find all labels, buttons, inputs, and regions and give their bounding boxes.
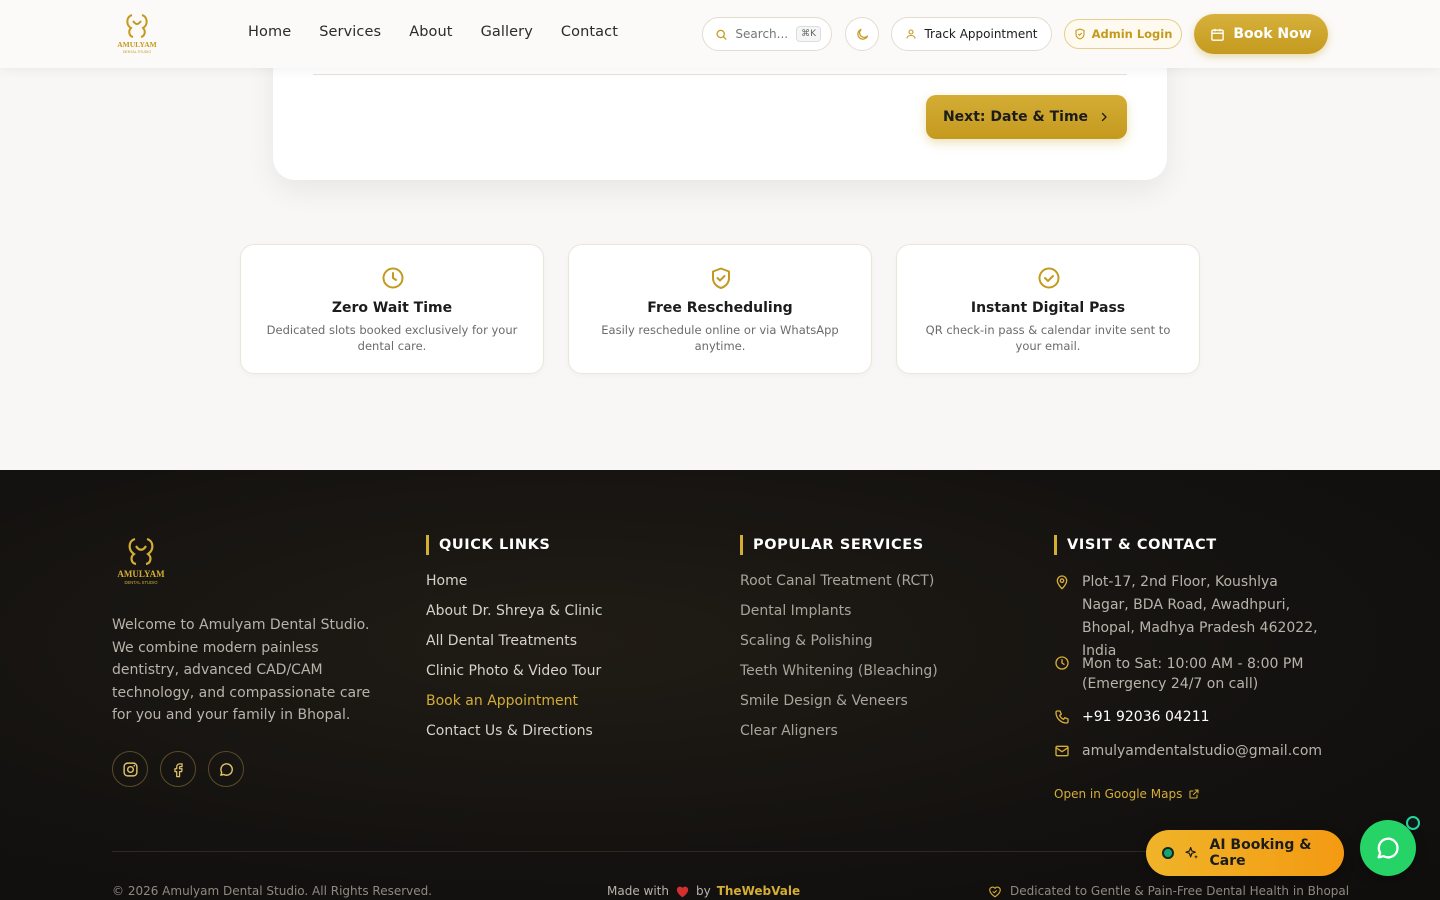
- phone-icon: [1055, 710, 1069, 724]
- whatsapp-social-button[interactable]: [208, 751, 244, 787]
- ai-booking-button[interactable]: AI Booking & Care: [1146, 830, 1344, 876]
- next-date-time-button[interactable]: Next: Date & Time: [926, 95, 1127, 139]
- footer-link-tour[interactable]: Clinic Photo & Video Tour: [426, 663, 601, 679]
- dedicated-text: Dedicated to Gentle & Pain-Free Dental H…: [988, 884, 1349, 898]
- hours-text: Mon to Sat: 10:00 AM - 8:00 PM (Emergenc…: [1082, 656, 1304, 692]
- google-maps-link[interactable]: Open in Google Maps: [1054, 787, 1200, 801]
- book-now-label: Book Now: [1233, 26, 1312, 42]
- footer-link-about[interactable]: About Dr. Shreya & Clinic: [426, 603, 603, 619]
- map-pin-icon: [1056, 575, 1068, 590]
- address-text: Plot-17, 2nd Floor, Koushlya Nagar, BDA …: [1082, 574, 1318, 659]
- svg-text:AMULYAM: AMULYAM: [117, 40, 156, 49]
- nav-about[interactable]: About: [409, 24, 452, 40]
- search-placeholder: Search...: [735, 27, 789, 41]
- feature-description: QR check-in pass & calendar invite sent …: [925, 323, 1171, 353]
- track-appointment-button[interactable]: Track Appointment: [891, 17, 1052, 51]
- footer-link-home[interactable]: Home: [426, 573, 467, 589]
- next-date-time-label: Next: Date & Time: [942, 109, 1089, 125]
- service-link-rct[interactable]: Root Canal Treatment (RCT): [740, 573, 934, 589]
- instagram-button[interactable]: [112, 751, 148, 787]
- svg-text:AMULYAM: AMULYAM: [117, 569, 165, 579]
- nav-contact[interactable]: Contact: [561, 24, 618, 40]
- instagram-icon: [122, 761, 138, 777]
- contact-address: Plot-17, 2nd Floor, Koushlya Nagar, BDA …: [1054, 571, 1322, 663]
- agency-link[interactable]: TheWebVale: [717, 884, 800, 898]
- heart-handshake-icon: [989, 886, 1001, 897]
- search-button[interactable]: Search... ⌘K: [702, 17, 832, 51]
- feature-title: Zero Wait Time: [331, 300, 453, 316]
- made-with-label: Made with: [607, 884, 669, 898]
- amulyam-logo[interactable]: AMULYAM DENTAL STUDIO: [112, 11, 162, 57]
- shield-icon: [1075, 28, 1085, 40]
- external-link-icon: [1189, 789, 1199, 799]
- site-header: AMULYAM DENTAL STUDIO Home Services Abou…: [0, 0, 1440, 68]
- calendar-icon: [1211, 28, 1225, 41]
- made-with-credit: Made with by TheWebVale: [607, 884, 800, 898]
- feature-title: Instant Digital Pass: [970, 300, 1126, 316]
- notification-badge: [1406, 816, 1420, 830]
- quick-links-heading: QUICK LINKS: [426, 535, 550, 555]
- sparkles-icon: [1184, 846, 1198, 859]
- contact-hours: Mon to Sat: 10:00 AM - 8:00 PM (Emergenc…: [1054, 652, 1312, 694]
- book-now-button[interactable]: Book Now: [1194, 14, 1328, 54]
- copyright-text: © 2026 Amulyam Dental Studio. All Rights…: [112, 884, 433, 898]
- feature-card-zero-wait: Zero Wait Time Dedicated slots booked ex…: [240, 244, 544, 374]
- footer-about-text: Welcome to Amulyam Dental Studio. We com…: [112, 617, 371, 723]
- phone-text[interactable]: +91 92036 04211: [1082, 706, 1210, 729]
- dedicated-label: Dedicated to Gentle & Pain-Free Dental H…: [1010, 884, 1350, 898]
- shield-check-icon: [712, 267, 730, 289]
- chat-bubble-icon: [219, 762, 233, 776]
- facebook-button[interactable]: [160, 751, 196, 787]
- footer-link-treatments[interactable]: All Dental Treatments: [426, 633, 577, 649]
- nav-home[interactable]: Home: [248, 24, 291, 40]
- feature-card-instant-pass: Instant Digital Pass QR check-in pass & …: [896, 244, 1200, 374]
- nav-gallery[interactable]: Gallery: [481, 24, 533, 40]
- search-icon: [716, 29, 727, 40]
- mail-icon: [1055, 745, 1069, 757]
- clock-icon: [1055, 656, 1069, 670]
- by-label: by: [695, 884, 711, 898]
- form-divider: [313, 74, 1127, 75]
- popular-services-heading: POPULAR SERVICES: [740, 535, 924, 555]
- theme-toggle-button[interactable]: [845, 17, 879, 51]
- nav-services[interactable]: Services: [319, 24, 381, 40]
- chevron-right-icon: [1101, 112, 1107, 122]
- svg-text:DENTAL STUDIO: DENTAL STUDIO: [123, 50, 152, 54]
- facebook-icon: [173, 762, 183, 777]
- service-link-whitening[interactable]: Teeth Whitening (Bleaching): [740, 663, 938, 679]
- whatsapp-icon: [1377, 837, 1399, 859]
- online-status-dot: [1162, 847, 1174, 859]
- check-circle-icon: [1038, 267, 1060, 289]
- footer-link-book[interactable]: Book an Appointment: [426, 693, 578, 709]
- heart-icon: [676, 886, 689, 898]
- service-link-smile-design[interactable]: Smile Design & Veneers: [740, 693, 908, 709]
- visit-contact-heading: VISIT & CONTACT: [1054, 535, 1217, 555]
- service-link-scaling[interactable]: Scaling & Polishing: [740, 633, 873, 649]
- contact-email[interactable]: amulyamdentalstudio@gmail.com: [1054, 740, 1322, 763]
- google-maps-label: Open in Google Maps: [1054, 787, 1183, 801]
- search-shortcut: ⌘K: [796, 26, 821, 42]
- moon-icon: [856, 28, 868, 40]
- track-appointment-label: Track Appointment: [924, 27, 1038, 41]
- svg-text:DENTAL STUDIO: DENTAL STUDIO: [124, 580, 158, 585]
- ai-booking-label: AI Booking & Care: [1209, 837, 1312, 869]
- footer-logo[interactable]: AMULYAM DENTAL STUDIO: [112, 535, 170, 591]
- admin-login-label: Admin Login: [1091, 27, 1173, 41]
- email-text[interactable]: amulyamdentalstudio@gmail.com: [1082, 740, 1322, 763]
- user-icon: [906, 29, 917, 39]
- footer-link-contact[interactable]: Contact Us & Directions: [426, 723, 593, 739]
- contact-phone[interactable]: +91 92036 04211: [1054, 706, 1210, 729]
- service-link-aligners[interactable]: Clear Aligners: [740, 723, 838, 739]
- admin-login-button[interactable]: Admin Login: [1064, 19, 1182, 49]
- feature-description: Easily reschedule online or via WhatsApp…: [601, 323, 839, 353]
- clock-icon: [382, 267, 404, 289]
- service-link-implants[interactable]: Dental Implants: [740, 603, 851, 619]
- feature-card-free-rescheduling: Free Rescheduling Easily reschedule onli…: [568, 244, 872, 374]
- feature-title: Free Rescheduling: [647, 300, 793, 316]
- feature-description: Dedicated slots booked exclusively for y…: [266, 323, 518, 353]
- main-nav: Home Services About Gallery Contact: [248, 24, 618, 40]
